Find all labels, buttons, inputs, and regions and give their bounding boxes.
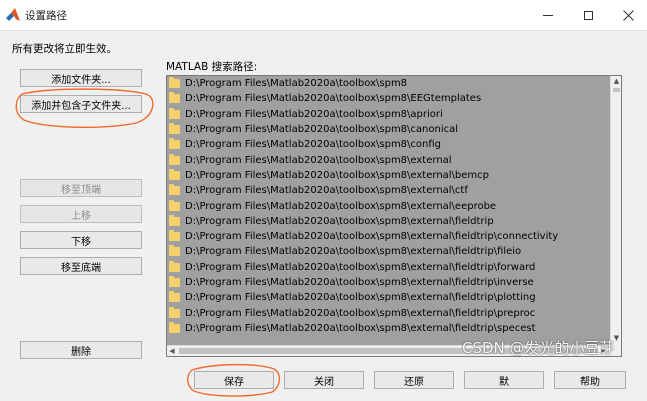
move-to-bottom-button[interactable]: 移至底端 [20, 257, 142, 275]
path-list-item[interactable]: D:\Program Files\Matlab2020a\toolbox\spm… [167, 91, 610, 106]
path-list-item[interactable]: D:\Program Files\Matlab2020a\toolbox\spm… [167, 214, 610, 229]
path-text: D:\Program Files\Matlab2020a\toolbox\spm… [185, 169, 490, 181]
path-list-item[interactable]: D:\Program Files\Matlab2020a\toolbox\spm… [167, 122, 610, 137]
folder-icon [169, 168, 180, 180]
path-text: D:\Program Files\Matlab2020a\toolbox\spm… [185, 246, 522, 258]
folder-icon [169, 214, 180, 226]
path-list-item[interactable]: D:\Program Files\Matlab2020a\toolbox\spm… [167, 152, 610, 167]
add-folder-button[interactable]: 添加文件夹... [20, 69, 142, 87]
move-down-button[interactable]: 下移 [20, 231, 142, 249]
move-to-top-button[interactable]: 移至顶端 [20, 179, 142, 197]
window-title: 设置路径 [25, 10, 67, 22]
path-text: D:\Program Files\Matlab2020a\toolbox\spm… [185, 200, 497, 212]
move-up-button[interactable]: 上移 [20, 205, 142, 223]
path-list-item[interactable]: D:\Program Files\Matlab2020a\toolbox\spm… [167, 229, 610, 244]
vertical-scroll-thumb[interactable] [613, 88, 620, 92]
path-text: D:\Program Files\Matlab2020a\toolbox\spm… [185, 231, 559, 243]
minimize-icon [543, 14, 553, 16]
path-list-item[interactable]: D:\Program Files\Matlab2020a\toolbox\spm… [167, 183, 610, 198]
maximize-icon [583, 10, 593, 20]
maximize-button[interactable] [568, 0, 608, 30]
folder-icon [169, 92, 180, 104]
search-path-label: MATLAB 搜索路径: [166, 61, 258, 73]
add-with-subfolders-button[interactable]: 添加并包含子文件夹... [20, 95, 142, 113]
folder-icon [169, 321, 180, 333]
path-text: D:\Program Files\Matlab2020a\toolbox\spm… [185, 261, 536, 273]
folder-icon [169, 107, 180, 119]
path-list-item[interactable]: D:\Program Files\Matlab2020a\toolbox\spm… [167, 244, 610, 259]
path-list-item[interactable]: D:\Program Files\Matlab2020a\toolbox\spm… [167, 168, 610, 183]
folder-icon [169, 245, 180, 257]
path-text: D:\Program Files\Matlab2020a\toolbox\spm… [185, 292, 536, 304]
path-list-item[interactable]: D:\Program Files\Matlab2020a\toolbox\spm… [167, 198, 610, 213]
minimize-button[interactable] [528, 0, 568, 30]
restore-button[interactable]: 还原 [374, 371, 454, 389]
path-text: D:\Program Files\Matlab2020a\toolbox\spm… [185, 307, 536, 319]
path-list-item[interactable]: D:\Program Files\Matlab2020a\toolbox\spm… [167, 275, 610, 290]
folder-icon [169, 138, 180, 150]
folder-icon [169, 123, 180, 135]
search-path-list[interactable]: D:\Program Files\Matlab2020a\toolbox\spm… [166, 75, 622, 357]
close-icon [622, 9, 634, 21]
vertical-scrollbar[interactable]: ▲ ▼ [610, 76, 621, 345]
path-text: D:\Program Files\Matlab2020a\toolbox\spm… [185, 277, 534, 288]
path-text: D:\Program Files\Matlab2020a\toolbox\spm… [185, 78, 408, 90]
path-list-item[interactable]: D:\Program Files\Matlab2020a\toolbox\spm… [167, 321, 610, 336]
path-text: D:\Program Files\Matlab2020a\toolbox\spm… [185, 139, 442, 151]
save-button[interactable]: 保存 [194, 371, 274, 389]
path-text: D:\Program Files\Matlab2020a\toolbox\spm… [185, 108, 443, 120]
folder-icon [169, 184, 180, 196]
remove-button[interactable]: 删除 [20, 341, 142, 359]
path-list-item[interactable]: D:\Program Files\Matlab2020a\toolbox\spm… [167, 305, 610, 320]
folder-icon [169, 291, 180, 303]
path-list-area[interactable]: D:\Program Files\Matlab2020a\toolbox\spm… [167, 76, 610, 345]
folder-icon [169, 77, 180, 89]
path-list-item[interactable]: D:\Program Files\Matlab2020a\toolbox\spm… [167, 107, 610, 122]
path-text: D:\Program Files\Matlab2020a\toolbox\spm… [185, 124, 459, 136]
path-text: D:\Program Files\Matlab2020a\toolbox\spm… [185, 93, 482, 105]
close-window-button[interactable] [608, 0, 647, 30]
close-button[interactable]: 关闭 [284, 371, 364, 389]
title-bar: 设置路径 [0, 0, 647, 30]
help-button[interactable]: 帮助 [554, 371, 626, 389]
default-button[interactable]: 默 [464, 371, 544, 389]
folder-icon [169, 153, 180, 165]
matlab-logo-icon [6, 8, 20, 21]
changes-notice: 所有更改将立即生效。 [12, 43, 117, 55]
path-text: D:\Program Files\Matlab2020a\toolbox\spm… [185, 215, 494, 227]
scroll-up-icon[interactable]: ▲ [613, 78, 620, 85]
folder-icon [169, 260, 180, 272]
path-text: D:\Program Files\Matlab2020a\toolbox\spm… [185, 322, 536, 334]
folder-icon [169, 306, 180, 318]
path-text: D:\Program Files\Matlab2020a\toolbox\spm… [185, 154, 452, 166]
path-list-item[interactable]: D:\Program Files\Matlab2020a\toolbox\spm… [167, 137, 610, 152]
folder-icon [169, 199, 180, 211]
csdn-watermark: CSDN @发光的小豆芽 [462, 339, 615, 357]
path-list-item[interactable]: D:\Program Files\Matlab2020a\toolbox\spm… [167, 76, 610, 91]
path-text: D:\Program Files\Matlab2020a\toolbox\spm… [185, 185, 468, 197]
folder-icon [169, 230, 180, 242]
path-list-item[interactable]: D:\Program Files\Matlab2020a\toolbox\spm… [167, 260, 610, 275]
folder-icon [169, 276, 180, 287]
scroll-left-icon[interactable]: ◀ [168, 347, 176, 355]
path-list-item[interactable]: D:\Program Files\Matlab2020a\toolbox\spm… [167, 290, 610, 305]
